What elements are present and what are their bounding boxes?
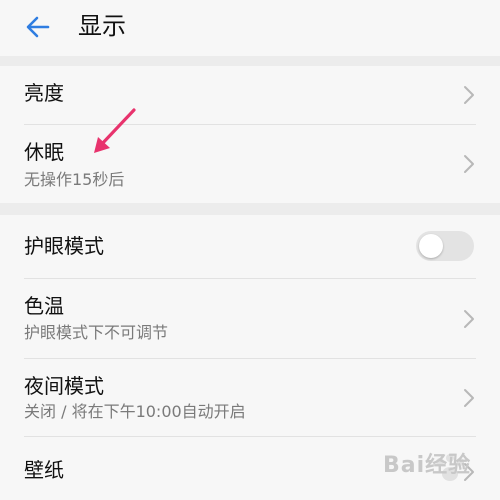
back-button[interactable] xyxy=(20,9,56,45)
app-header: 显示 xyxy=(0,0,500,56)
toggle-knob xyxy=(419,234,443,258)
setting-label: 休眠 xyxy=(24,140,64,164)
annotation-arrow-icon xyxy=(94,108,136,153)
setting-label: 色温 xyxy=(24,294,64,318)
back-arrow-icon xyxy=(26,16,50,38)
chevron-right-icon xyxy=(462,153,476,175)
setting-label: 壁纸 xyxy=(24,458,64,482)
setting-item-sleep[interactable]: 休眠 无操作15秒后 xyxy=(0,125,500,203)
setting-label: 亮度 xyxy=(24,81,64,105)
page-title: 显示 xyxy=(78,12,126,40)
setting-label: 夜间模式 xyxy=(24,374,104,398)
chevron-right-icon xyxy=(462,84,476,106)
setting-item-night-mode[interactable]: 夜间模式 关闭 / 将在下午10:00自动开启 xyxy=(0,359,500,436)
setting-item-eye-comfort: 护眼模式 xyxy=(0,215,500,278)
setting-label: 护眼模式 xyxy=(24,234,104,258)
eye-comfort-toggle[interactable] xyxy=(416,231,474,261)
setting-subtitle: 关闭 / 将在下午10:00自动开启 xyxy=(24,402,246,421)
chevron-right-icon xyxy=(462,308,476,330)
watermark-text: Bai经验 xyxy=(383,453,472,478)
setting-item-brightness[interactable]: 亮度 xyxy=(0,66,500,124)
setting-subtitle: 护眼模式下不可调节 xyxy=(24,323,169,342)
group-separator xyxy=(0,56,500,66)
setting-subtitle: 无操作15秒后 xyxy=(24,170,125,189)
setting-item-color-temp[interactable]: 色温 护眼模式下不可调节 xyxy=(0,279,500,358)
group-separator xyxy=(0,203,500,215)
chevron-right-icon xyxy=(462,387,476,409)
